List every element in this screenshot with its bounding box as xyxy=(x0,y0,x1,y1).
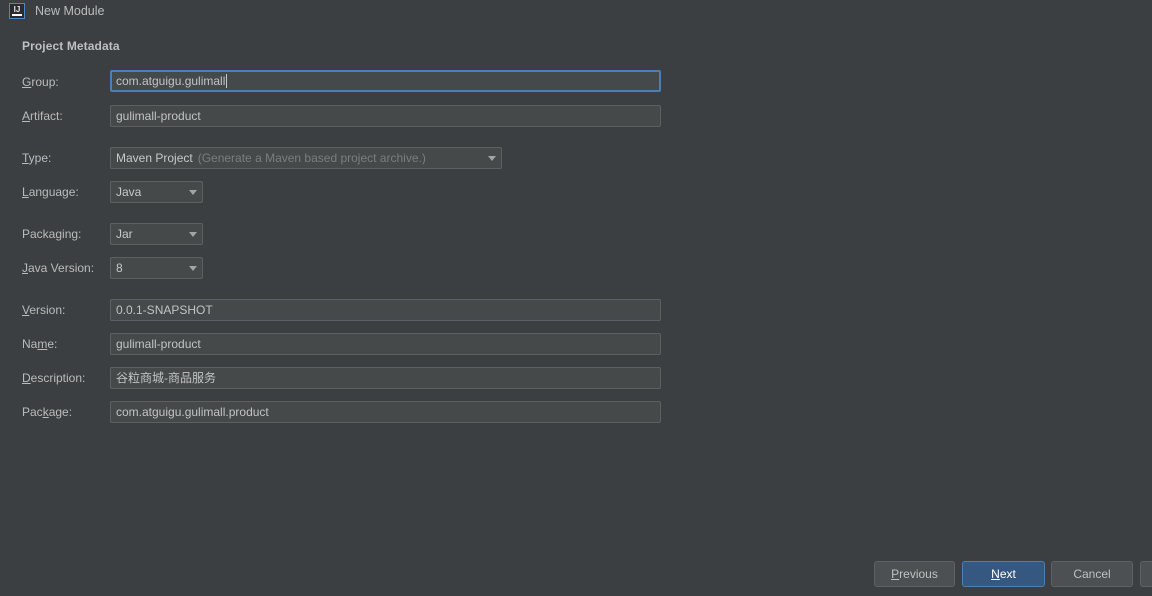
window-title-bar: IJ New Module xyxy=(0,0,1152,21)
name-input-value: gulimall-product xyxy=(116,337,201,351)
packaging-dropdown[interactable]: Jar xyxy=(110,223,203,245)
cancel-button-label: Cancel xyxy=(1073,567,1111,581)
java-version-label: Java Version: xyxy=(22,261,95,275)
type-label: Type: xyxy=(22,151,52,165)
name-mnemonic: m xyxy=(37,337,48,351)
chevron-down-icon xyxy=(189,265,197,271)
language-dropdown-value: Java xyxy=(116,185,142,199)
group-label: Group: xyxy=(22,75,59,89)
artifact-label: Artifact: xyxy=(22,109,63,123)
artifact-mnemonic: A xyxy=(22,109,31,123)
intellij-icon-bar xyxy=(12,13,22,16)
version-label: Version: xyxy=(22,303,66,317)
name-input[interactable]: gulimall-product xyxy=(110,333,661,355)
intellij-icon-text: IJ xyxy=(13,4,21,14)
group-mnemonic: G xyxy=(22,75,32,89)
previous-mnemonic: P xyxy=(891,567,900,581)
group-input[interactable]: com.atguigu.gulimall xyxy=(110,70,661,92)
type-mnemonic: T xyxy=(22,151,29,165)
language-dropdown[interactable]: Java xyxy=(110,181,203,203)
description-label: Description: xyxy=(22,371,86,385)
package-label: Package: xyxy=(22,405,73,419)
group-input-value: com.atguigu.gulimall xyxy=(116,74,226,88)
chevron-down-icon xyxy=(189,231,197,237)
window-title: New Module xyxy=(35,3,105,18)
package-input[interactable]: com.atguigu.gulimall.product xyxy=(110,401,661,423)
artifact-input-value: gulimall-product xyxy=(116,109,201,123)
next-mnemonic: N xyxy=(991,567,1000,581)
language-label: Language: xyxy=(22,185,79,199)
type-dropdown[interactable]: Maven Project (Generate a Maven based pr… xyxy=(110,147,502,169)
chevron-down-icon xyxy=(189,189,197,195)
name-label: Name: xyxy=(22,337,58,351)
packaging-label: Packaging: xyxy=(22,227,82,241)
intellij-idea-icon: IJ xyxy=(9,2,25,19)
language-mnemonic: L xyxy=(22,185,29,199)
java-version-dropdown[interactable]: 8 xyxy=(110,257,203,279)
type-dropdown-hint: (Generate a Maven based project archive.… xyxy=(197,151,426,165)
text-caret xyxy=(226,74,228,88)
artifact-input[interactable]: gulimall-product xyxy=(110,105,661,127)
cancel-button[interactable]: Cancel xyxy=(1051,561,1133,587)
previous-button[interactable]: Previous xyxy=(874,561,955,587)
package-input-value: com.atguigu.gulimall.product xyxy=(116,405,269,419)
java-version-dropdown-value: 8 xyxy=(116,261,123,275)
version-input[interactable]: 0.0.1-SNAPSHOT xyxy=(110,299,661,321)
description-input-value: 谷粒商城-商品服务 xyxy=(116,371,216,385)
packaging-dropdown-value: Jar xyxy=(116,227,133,241)
type-dropdown-value: Maven Project xyxy=(116,151,193,165)
chevron-down-icon xyxy=(488,155,496,161)
version-input-value: 0.0.1-SNAPSHOT xyxy=(116,303,213,317)
description-mnemonic: D xyxy=(22,371,31,385)
section-heading-project-metadata: Project Metadata xyxy=(22,39,120,53)
description-input[interactable]: 谷粒商城-商品服务 xyxy=(110,367,661,389)
next-button[interactable]: Next xyxy=(962,561,1045,587)
help-button[interactable] xyxy=(1140,561,1152,587)
